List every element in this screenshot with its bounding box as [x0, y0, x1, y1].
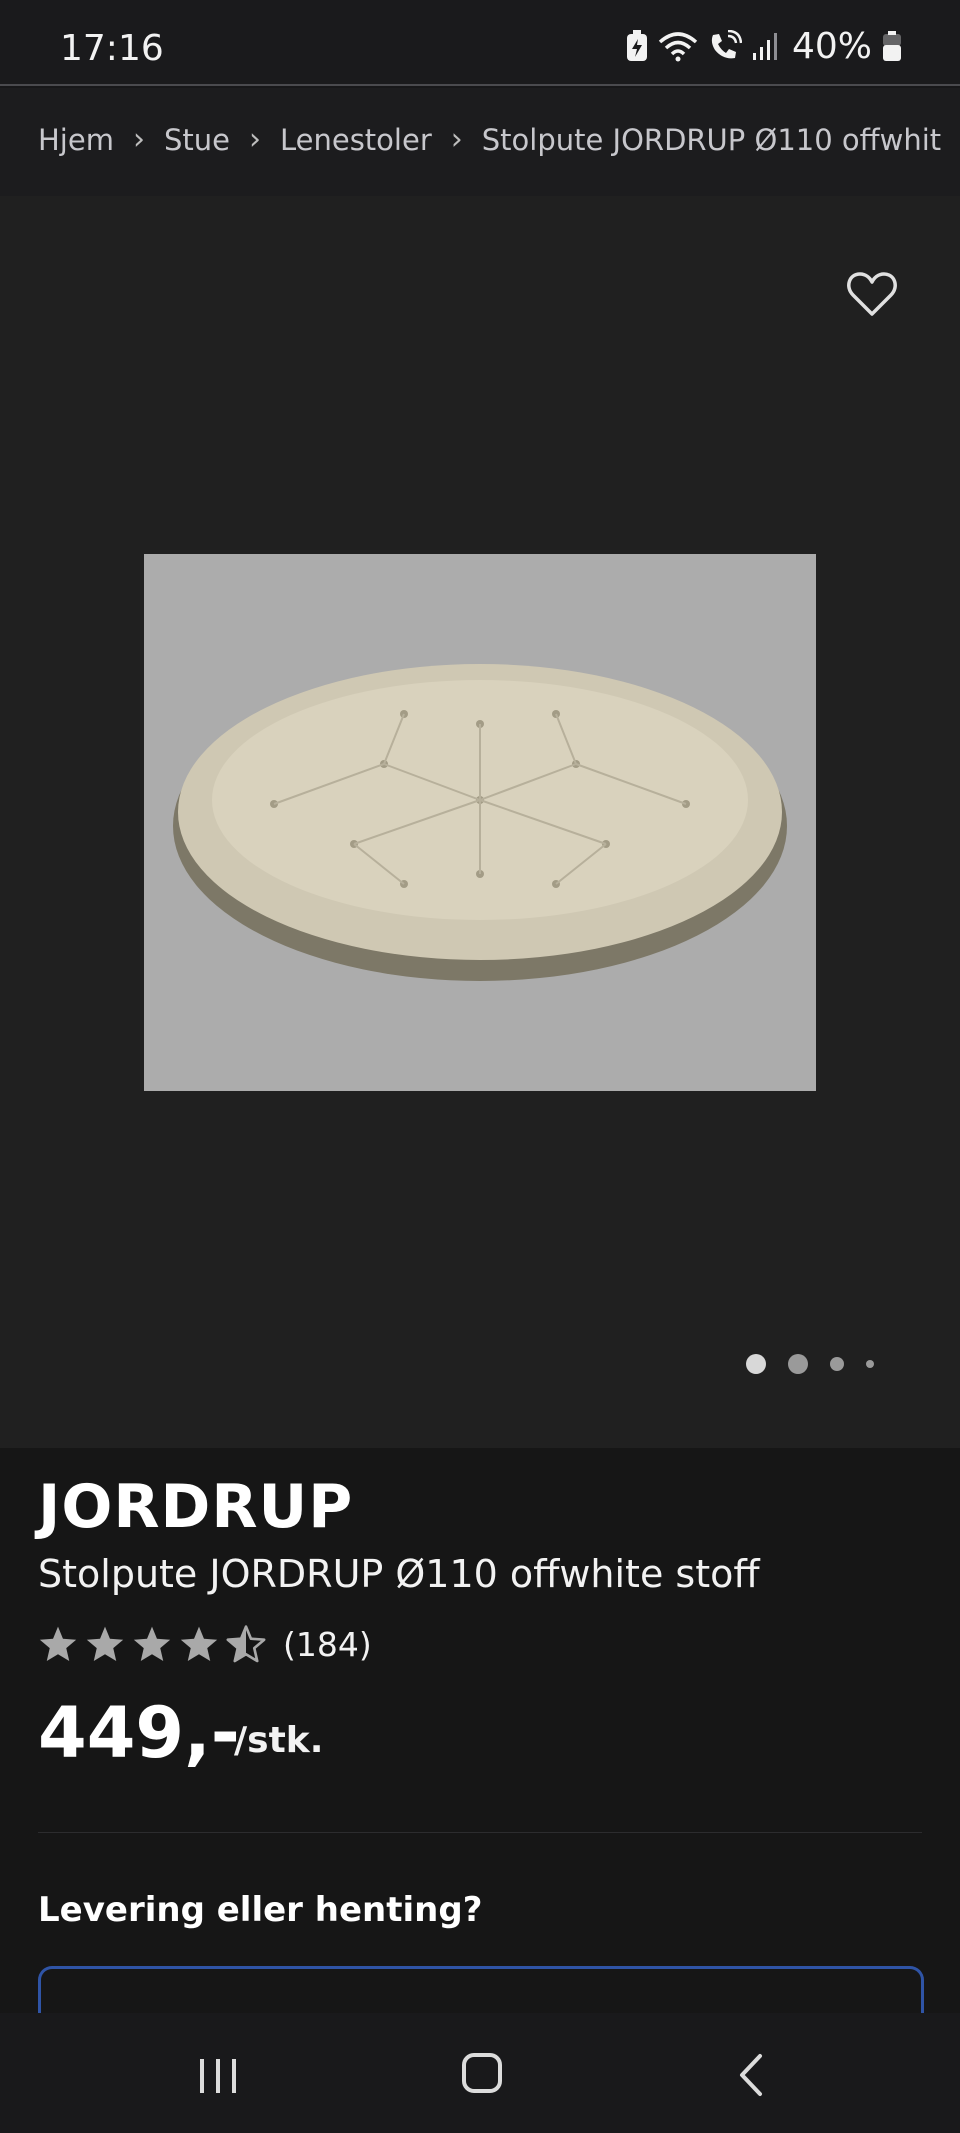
breadcrumb-item-current: Stolpute JORDRUP Ø110 offwhit	[481, 122, 942, 157]
home-icon[interactable]	[462, 2053, 502, 2093]
battery-icon	[883, 31, 901, 61]
star-half-icon	[226, 1625, 266, 1663]
review-count[interactable]: (184)	[283, 1625, 372, 1664]
system-nav-bar	[0, 2013, 960, 2133]
wifi-calling-icon	[711, 30, 742, 59]
star-icon	[133, 1626, 171, 1662]
delivery-heading: Levering eller henting?	[38, 1890, 483, 1930]
cushion-illustration	[173, 664, 787, 981]
product-image[interactable]	[144, 554, 816, 1091]
chevron-right-icon: ›	[248, 122, 261, 157]
star-icon	[39, 1626, 77, 1662]
product-name: Stolpute JORDRUP Ø110 offwhite stoff	[38, 1552, 760, 1596]
product-brand: JORDRUP	[38, 1472, 354, 1542]
breadcrumb-item-hjem[interactable]: Hjem	[38, 123, 114, 157]
status-time: 17:16	[60, 28, 164, 69]
product-info: JORDRUP Stolpute JORDRUP Ø110 offwhite s…	[0, 1448, 960, 2049]
battery-saver-icon	[626, 30, 647, 61]
status-bar: 17:16 40%	[0, 0, 960, 86]
product-gallery[interactable]	[0, 196, 960, 1448]
heart-outline-icon[interactable]	[846, 270, 898, 318]
signal-icon	[752, 33, 777, 60]
battery-percent: 40%	[791, 25, 872, 67]
pagination-dot[interactable]	[830, 1357, 844, 1371]
pagination-dot[interactable]	[788, 1354, 808, 1374]
breadcrumb-list: Hjem › Stue › Lenestoler › Stolpute JORD…	[38, 122, 941, 157]
section-divider	[38, 1832, 922, 1833]
star-icon	[180, 1626, 218, 1662]
breadcrumb-item-stue[interactable]: Stue	[164, 123, 230, 157]
chevron-right-icon: ›	[132, 122, 145, 157]
pagination-dot-active[interactable]	[746, 1354, 766, 1374]
wifi-icon	[658, 32, 698, 62]
breadcrumb-item-lenestoler[interactable]: Lenestoler	[280, 123, 432, 157]
recents-icon[interactable]	[196, 2057, 240, 2095]
product-rating[interactable]: (184)	[38, 1620, 372, 1668]
breadcrumb: Hjem › Stue › Lenestoler › Stolpute JORD…	[0, 88, 960, 196]
pagination-dot[interactable]	[866, 1360, 874, 1368]
status-icons: 40%	[626, 24, 902, 68]
chevron-right-icon: ›	[450, 122, 463, 157]
status-divider	[0, 84, 960, 86]
gallery-pagination	[746, 1352, 896, 1376]
back-icon[interactable]	[736, 2053, 766, 2097]
star-icon	[86, 1626, 124, 1662]
price-unit: /stk.	[234, 1720, 324, 1761]
product-price: 449,-	[38, 1692, 240, 1774]
